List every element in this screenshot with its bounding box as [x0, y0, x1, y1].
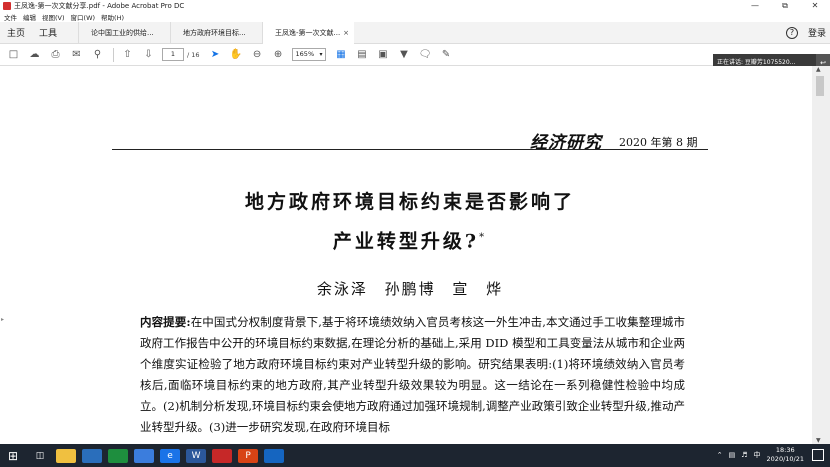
doc-tab-2[interactable]: 地方政府环境目标... [170, 21, 262, 44]
page-up-icon[interactable]: ⇧ [120, 48, 135, 62]
print-icon[interactable]: ⎙ [48, 48, 63, 62]
menu-bar: 文件 编辑 视图(V) 窗口(W) 帮助(H) [0, 12, 830, 22]
window-controls: — ⧉ ✕ [740, 0, 830, 12]
acrobat-taskbar-icon[interactable] [212, 448, 233, 463]
acrobat-icon [3, 2, 11, 10]
pen-icon[interactable]: ✎ [439, 48, 454, 62]
windows-start-icon[interactable]: ⊞ [8, 449, 18, 463]
meeting-app-icon[interactable] [264, 448, 285, 463]
title-footnote-mark: * [479, 232, 488, 243]
zoom-select[interactable]: 165% [291, 48, 326, 61]
vertical-scrollbar[interactable]: ▲ ▼ [812, 66, 830, 444]
toolbar: □ ☁ ⎙ ✉ ⚲ ⇧ ⇩ 1 / 16 ➤ ✋ ⊖ ⊕ 165% ▦ ▤ ▣ … [0, 44, 830, 66]
maximize-button[interactable]: ⧉ [770, 0, 800, 12]
page-number-input[interactable]: 1 [162, 48, 184, 61]
document-area: 经济研究 2020 年第 8 期 地方政府环境目标约束是否影响了 产业转型升级?… [0, 66, 830, 444]
tab-home[interactable]: 主页 [0, 26, 32, 39]
network-icon[interactable]: ▤ [729, 451, 736, 459]
spreadsheet-icon[interactable] [108, 448, 129, 463]
header-rule [112, 149, 708, 150]
menu-edit[interactable]: 编辑 [23, 12, 36, 22]
scroll-thumb[interactable] [816, 76, 824, 96]
abstract-label: 内容提要: [140, 315, 191, 329]
toolbar-divider [113, 47, 114, 62]
scroll-down-icon[interactable]: ▼ [816, 437, 821, 444]
word-icon[interactable]: W [186, 448, 207, 463]
taskbar: ⊞ ◫ e W P ⌃ ▤ ♬ 中 18:36 2020/10/21 [0, 444, 830, 467]
left-panel-arrow-icon[interactable]: ▸ [1, 316, 4, 323]
hand-tool-icon[interactable]: ✋ [229, 48, 244, 62]
tab-tools[interactable]: 工具 [32, 26, 64, 39]
doc-tab-1[interactable]: 论中国工业的供给... [78, 21, 170, 44]
edge-browser-icon[interactable]: e [160, 448, 181, 463]
help-icon[interactable]: ? [785, 26, 798, 39]
fit-page-icon[interactable]: ▦ [334, 48, 349, 62]
title-bar: 王凤逸-第一次文献分享.pdf - Adobe Acrobat Pro DC —… [0, 0, 830, 12]
page-down-icon[interactable]: ⇩ [141, 48, 156, 62]
ime-language[interactable]: 中 [754, 450, 761, 460]
email-icon[interactable]: ✉ [69, 48, 84, 62]
abstract: 内容提要:在中国式分权制度背景下,基于将环境绩效纳入官员考核这一外生冲击,本文通… [140, 312, 685, 438]
search-icon[interactable]: ⚲ [90, 48, 105, 62]
task-view-icon[interactable]: ◫ [30, 449, 50, 463]
menu-help[interactable]: 帮助(H) [101, 12, 124, 22]
scroll-mode-icon[interactable]: ▤ [355, 48, 370, 62]
journal-issue: 2020 年第 8 期 [619, 136, 698, 149]
close-button[interactable]: ✕ [800, 0, 830, 12]
title-line-2: 产业转型升级?* [332, 230, 488, 253]
app-icon[interactable] [134, 448, 155, 463]
read-mode-icon[interactable]: ▼ [397, 48, 412, 62]
file-explorer-icon[interactable] [56, 448, 77, 463]
system-tray: ⌃ ▤ ♬ 中 18:36 2020/10/21 [717, 446, 804, 464]
select-cursor-icon[interactable]: ➤ [208, 48, 223, 62]
clock[interactable]: 18:36 2020/10/21 [767, 446, 804, 464]
page-total: / 16 [187, 50, 200, 59]
scroll-up-icon[interactable]: ▲ [816, 66, 821, 73]
close-tab-icon[interactable]: × [343, 22, 349, 44]
login-button[interactable]: 登录 [808, 26, 826, 39]
minimize-button[interactable]: — [740, 0, 770, 12]
tray-arrow-icon[interactable]: ⌃ [717, 451, 723, 459]
comment-icon[interactable]: 🗨 [418, 48, 433, 62]
tabbar-right: ? 登录 [785, 26, 826, 39]
doc-tab-label: 王凤逸-第一次文献... [275, 28, 341, 37]
clock-date: 2020/10/21 [766, 455, 804, 463]
menu-view[interactable]: 视图(V) [42, 12, 65, 22]
doc-tab-3-active[interactable]: 王凤逸-第一次文献... × [262, 21, 355, 44]
powerpoint-icon[interactable]: P [238, 448, 259, 463]
article-title: 地方政府环境目标约束是否影响了 产业转型升级?* [110, 184, 710, 259]
authors: 余泳泽 孙鹏博 宣 烨 [316, 280, 504, 298]
zoom-in-icon[interactable]: ⊕ [271, 48, 286, 62]
pdf-page: 经济研究 2020 年第 8 期 地方政府环境目标约束是否影响了 产业转型升级?… [0, 66, 812, 444]
doc-tab-label: 地方政府环境目标... [183, 28, 246, 37]
tab-bar: 主页 工具 论中国工业的供给... 地方政府环境目标... 王凤逸-第一次文献.… [0, 21, 830, 44]
doc-tab-label: 论中国工业的供给... [91, 28, 154, 37]
volume-icon[interactable]: ♬ [741, 451, 747, 459]
save-icon[interactable]: □ [6, 48, 21, 62]
title-line-1: 地方政府环境目标约束是否影响了 [244, 191, 575, 213]
zoom-out-icon[interactable]: ⊖ [250, 48, 265, 62]
window-title: 王凤逸-第一次文献分享.pdf - Adobe Acrobat Pro DC [14, 2, 185, 10]
store-icon[interactable] [82, 448, 103, 463]
menu-file[interactable]: 文件 [4, 12, 17, 22]
menu-window[interactable]: 窗口(W) [71, 12, 96, 22]
clock-time: 18:36 [775, 446, 795, 454]
notification-text: 正在讲话: 豆瓣芳1075520... [717, 59, 796, 66]
abstract-text: 在中国式分权制度背景下,基于将环境绩效纳入官员考核这一外生冲击,本文通过手工收集… [140, 315, 685, 434]
fullscreen-icon[interactable]: ▣ [376, 48, 391, 62]
action-center-icon[interactable] [812, 449, 824, 461]
cloud-upload-icon[interactable]: ☁ [27, 48, 42, 62]
